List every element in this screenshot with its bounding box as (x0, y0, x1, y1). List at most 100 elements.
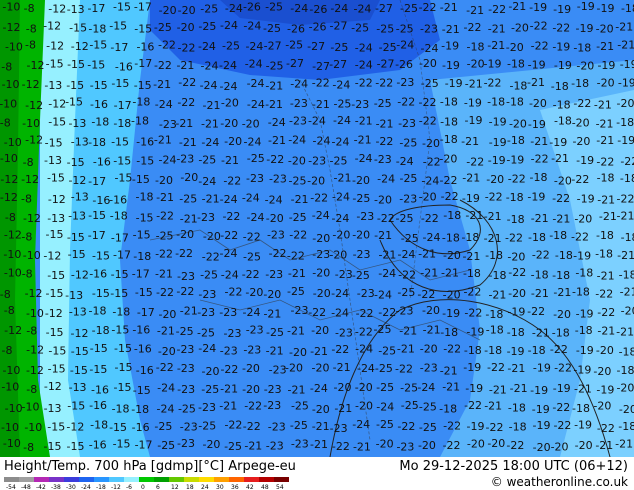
temperature-label: -22 (202, 250, 220, 263)
temperature-label: -23 (357, 287, 375, 300)
temperature-label: -21 (374, 229, 392, 242)
temperature-label: -10 (0, 152, 18, 165)
temperature-label: -20 (576, 60, 594, 73)
credit-link[interactable]: © weatheronline.co.uk (491, 475, 628, 490)
temperature-label: -19 (597, 2, 615, 15)
temperature-label: -24 (219, 59, 237, 72)
temperature-label: -23 (176, 343, 194, 356)
temperature-label: -25 (287, 285, 305, 298)
temperature-label: -21 (201, 118, 219, 131)
temperature-label: -15 (47, 269, 65, 282)
temperature-label: -12 (48, 193, 66, 206)
temperature-label: -15 (67, 58, 85, 71)
temperature-label: -27 (329, 19, 347, 32)
temperature-label: -15 (67, 440, 85, 453)
temperature-label: -18 (440, 326, 458, 339)
temperature-label: -22 (530, 19, 548, 32)
temperature-label: -19 (576, 344, 594, 357)
temperature-label: -19 (617, 134, 634, 147)
temperature-label: -16 (93, 156, 111, 169)
temperature-label: -21 (616, 326, 634, 339)
temperature-label: -22 (375, 135, 393, 148)
temperature-label: -23 (177, 362, 195, 375)
temperature-label: -17 (111, 232, 129, 245)
temperature-label: -20 (593, 400, 611, 413)
temperature-label: -21 (552, 213, 570, 226)
temperature-label: -21 (510, 382, 528, 395)
temperature-label: -21 (465, 78, 483, 91)
temperature-label: -22 (486, 421, 504, 434)
temperature-label: -24 (221, 268, 239, 281)
temperature-label: -18 (595, 248, 613, 261)
temperature-label: -21 (489, 384, 507, 397)
temperature-label: -16 (89, 399, 107, 412)
temperature-label: -22 (597, 306, 615, 319)
temperature-label: -21 (157, 325, 175, 338)
temperature-label: -21 (310, 345, 328, 358)
temperature-label: -24 (332, 191, 350, 204)
legend-swatch (244, 477, 259, 482)
temperature-label: -22 (308, 306, 326, 319)
temperature-label: -20 (511, 22, 529, 35)
temperature-label: -20 (202, 365, 220, 378)
temperature-label: -13 (47, 212, 65, 225)
temperature-label: -22 (355, 76, 373, 89)
temperature-label: -22 (175, 247, 193, 260)
temperature-label: -12 (46, 39, 64, 52)
legend-tick-label: -30 (66, 484, 76, 490)
temperature-label: -27 (312, 60, 330, 73)
temperature-label: -24 (333, 114, 351, 127)
temperature-label: -24 (245, 57, 263, 70)
temperature-label: -18 (549, 229, 567, 242)
temperature-label: -23 (396, 76, 414, 89)
temperature-label: -22 (156, 361, 174, 374)
temperature-label: -19 (488, 154, 506, 167)
temperature-label: -17 (87, 2, 105, 15)
legend-swatch (139, 477, 154, 482)
temperature-label: -20 (355, 381, 373, 394)
temperature-label: -22 (487, 361, 505, 374)
temperature-label: -20 (422, 304, 440, 317)
temperature-label: -18 (508, 401, 526, 414)
temperature-label: -16 (109, 193, 127, 206)
temperature-label: -25 (376, 23, 394, 36)
temperature-label: -20 (575, 439, 593, 452)
temperature-label: -22 (484, 77, 502, 90)
temperature-label: -20 (553, 308, 571, 321)
temperature-label: -22 (443, 439, 461, 452)
temperature-label: -21 (333, 361, 351, 374)
legend-tick-label: 36 (231, 484, 239, 490)
temperature-label: -22 (505, 231, 523, 244)
temperature-label: -18 (486, 324, 504, 337)
temperature-label: -22 (532, 248, 550, 261)
temperature-label: -18 (484, 344, 502, 357)
temperature-label: -21 (462, 172, 480, 185)
temperature-label: -12 (71, 327, 89, 340)
temperature-label: -20 (158, 345, 176, 358)
temperature-label: -24 (421, 42, 439, 55)
temperature-label: -21 (418, 247, 436, 260)
temperature-label: -19 (466, 326, 484, 339)
temperature-label: -19 (553, 382, 571, 395)
temperature-label: -24 (352, 418, 370, 431)
temperature-label: -22 (531, 153, 549, 166)
temperature-label: -24 (357, 362, 375, 375)
temperature-label: -23 (353, 248, 371, 261)
temperature-label: -8 (0, 117, 11, 130)
temperature-label: -22 (550, 343, 568, 356)
temperature-label: -19 (618, 76, 634, 89)
temperature-label: -19 (576, 154, 594, 167)
temperature-label: -18 (506, 95, 524, 108)
temperature-label: -12 (45, 307, 63, 320)
temperature-label: -21 (596, 118, 614, 131)
temperature-label: -19 (464, 96, 482, 109)
temperature-label: -25 (178, 403, 196, 416)
temperature-label: -17 (134, 1, 152, 14)
temperature-label: -19 (574, 418, 592, 431)
temperature-label: -22 (176, 285, 194, 298)
temperature-label: -24 (242, 192, 260, 205)
temperature-label: -22 (220, 229, 238, 242)
temperature-label: -21 (484, 210, 502, 223)
temperature-label: -12 (26, 364, 44, 377)
temperature-label: -24 (220, 80, 238, 93)
